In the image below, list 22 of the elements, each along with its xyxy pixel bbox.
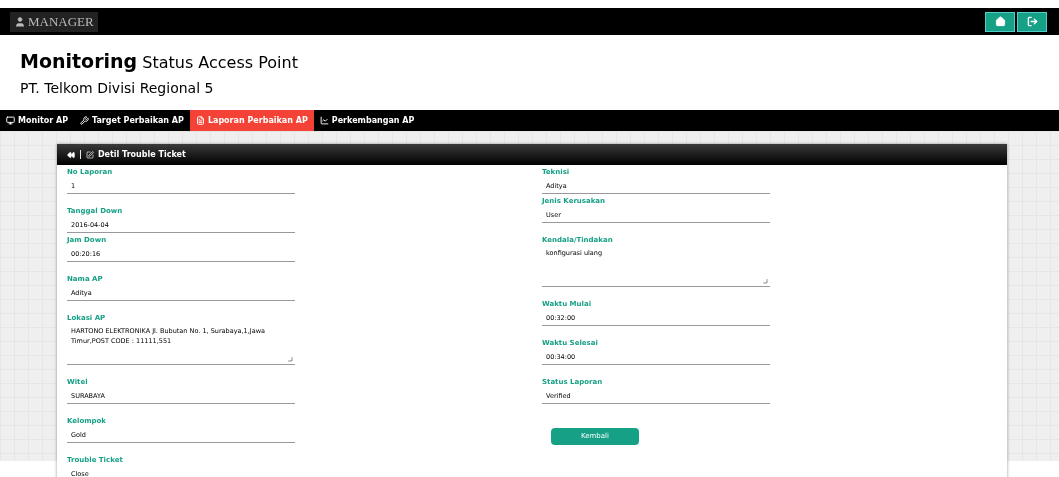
page-subtitle: PT. Telkom Divisi Regional 5 bbox=[20, 79, 215, 98]
edit-icon bbox=[85, 150, 94, 159]
nav-tab[interactable]: Target Perbaikan AP bbox=[74, 110, 190, 131]
nav-tab[interactable]: Laporan Perbaikan AP bbox=[189, 110, 314, 131]
logout-icon bbox=[1026, 16, 1038, 27]
brand-label: MANAGER bbox=[10, 11, 98, 32]
resize-grip-icon bbox=[762, 278, 768, 284]
wrench-icon bbox=[80, 116, 89, 125]
nav-tab[interactable]: Perkembangan AP bbox=[313, 110, 421, 131]
separator-text: | bbox=[79, 148, 82, 161]
home-icon bbox=[994, 16, 1006, 27]
monitor-icon bbox=[6, 116, 15, 125]
home-button[interactable] bbox=[985, 11, 1015, 32]
nav-tab[interactable]: Monitor AP bbox=[0, 110, 74, 131]
document-icon bbox=[195, 116, 205, 125]
back-icon bbox=[67, 150, 75, 159]
line-chart-icon bbox=[319, 116, 329, 125]
panel-title: Detil Trouble Ticket bbox=[97, 148, 186, 161]
page-title: Monitoring Status Access Point bbox=[20, 50, 299, 74]
logout-button[interactable] bbox=[1017, 11, 1047, 32]
user-icon bbox=[14, 15, 26, 28]
resize-grip-icon bbox=[287, 356, 293, 362]
